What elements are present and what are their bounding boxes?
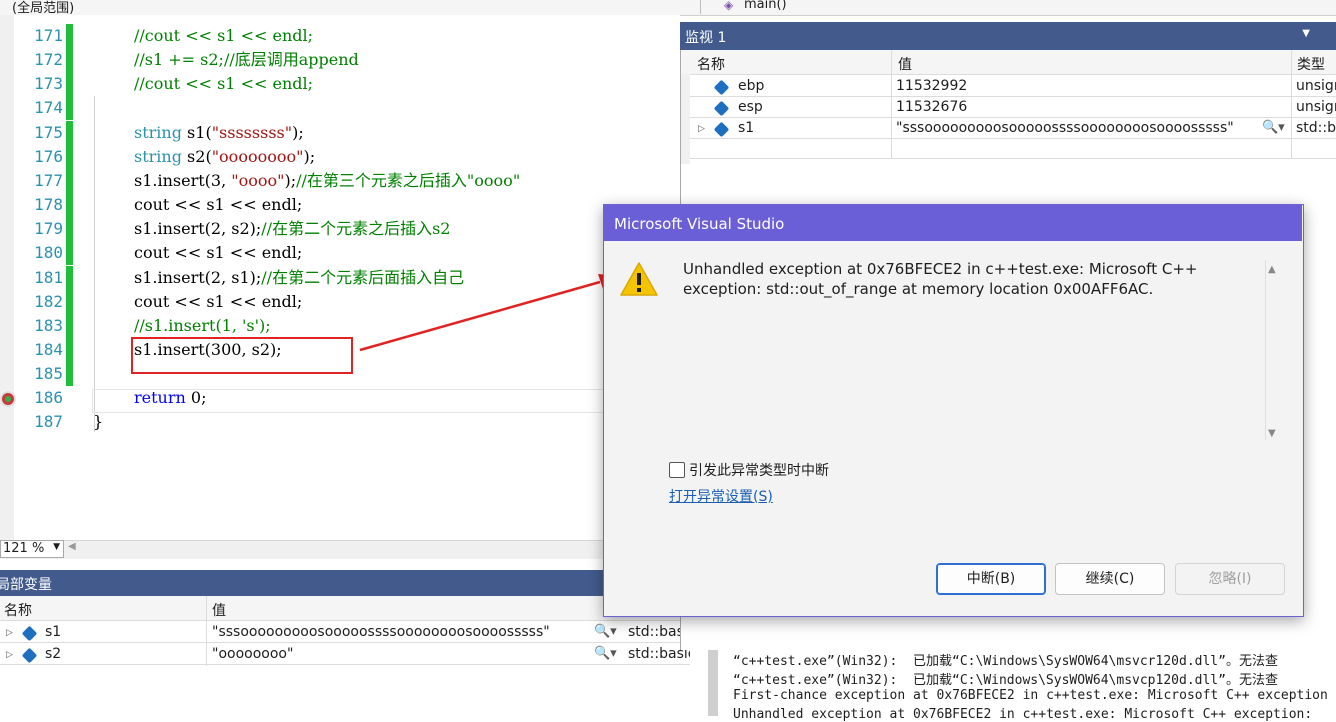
continue-button[interactable]: 继续(C) xyxy=(1055,563,1165,595)
dialog-title-bar: Microsoft Visual Studio xyxy=(604,205,1302,241)
break-button[interactable]: 中断(B) xyxy=(936,563,1046,595)
open-exception-settings-link[interactable]: 打开异常设置(S) xyxy=(669,486,773,506)
exception-message: Unhandled exception at 0x76BFECE2 in c++… xyxy=(683,260,1198,298)
scroll-up-icon[interactable]: ▲ xyxy=(1268,264,1276,275)
break-on-exception-checkbox[interactable] xyxy=(669,462,685,478)
scroll-down-icon[interactable]: ▼ xyxy=(1268,428,1276,439)
ignore-button: 忽略(I) xyxy=(1175,563,1285,595)
message-scrollbar[interactable] xyxy=(1265,260,1266,440)
break-on-exception-label[interactable]: 引发此异常类型时中断 xyxy=(689,460,829,480)
dialog-title: Microsoft Visual Studio xyxy=(614,215,785,233)
warning-icon xyxy=(620,262,658,296)
